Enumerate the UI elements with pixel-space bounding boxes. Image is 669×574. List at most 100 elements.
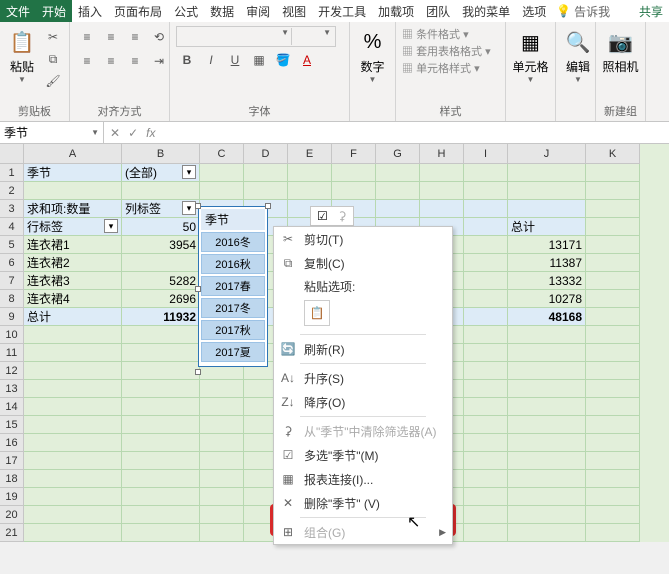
cell[interactable] — [464, 326, 508, 344]
clear-filter-icon[interactable]: ⚳ — [338, 209, 347, 223]
cell[interactable] — [464, 182, 508, 200]
row-header[interactable]: 9 — [0, 308, 24, 326]
cell[interactable] — [464, 200, 508, 218]
cell[interactable] — [122, 362, 200, 380]
italic-button[interactable]: I — [200, 49, 222, 71]
row-header[interactable]: 5 — [0, 236, 24, 254]
row-header[interactable]: 11 — [0, 344, 24, 362]
cell[interactable] — [200, 488, 244, 506]
row-header[interactable]: 20 — [0, 506, 24, 524]
cut-button[interactable]: ✂ — [42, 26, 64, 48]
border-button[interactable]: ▦ — [248, 49, 270, 71]
cell[interactable] — [586, 344, 640, 362]
cell[interactable] — [586, 164, 640, 182]
selection-handle[interactable] — [195, 286, 201, 292]
cell[interactable] — [244, 164, 288, 182]
slicer-item[interactable]: 2016秋 — [201, 254, 265, 274]
tab-dev[interactable]: 开发工具 — [312, 0, 372, 22]
cell[interactable] — [332, 182, 376, 200]
cell[interactable] — [24, 398, 122, 416]
cell[interactable] — [464, 272, 508, 290]
col-header[interactable]: J — [508, 144, 586, 164]
cell[interactable] — [508, 452, 586, 470]
row-header[interactable]: 7 — [0, 272, 24, 290]
cell[interactable] — [508, 470, 586, 488]
row-header[interactable]: 18 — [0, 470, 24, 488]
cell[interactable] — [200, 164, 244, 182]
align-right-button[interactable]: ≡ — [124, 50, 146, 72]
ctx-sort-desc[interactable]: Z↓降序(O) — [274, 390, 452, 414]
orientation-button[interactable]: ⟲ — [148, 26, 170, 48]
filter-dropdown-icon[interactable]: ▾ — [182, 201, 196, 215]
indent-button[interactable]: ⇥ — [148, 50, 170, 72]
selection-handle[interactable] — [195, 369, 201, 375]
cell[interactable] — [586, 416, 640, 434]
cell[interactable] — [586, 182, 640, 200]
cell[interactable] — [508, 326, 586, 344]
cell[interactable] — [586, 254, 640, 272]
cell[interactable] — [464, 236, 508, 254]
cell[interactable] — [586, 308, 640, 326]
cell[interactable] — [586, 452, 640, 470]
cell[interactable] — [464, 290, 508, 308]
align-top-button[interactable]: ≡ — [76, 26, 98, 48]
cell[interactable] — [24, 416, 122, 434]
tab-addins[interactable]: 加载项 — [372, 0, 420, 22]
share-button[interactable]: 共享 — [633, 0, 669, 22]
font-color-button[interactable]: A — [296, 49, 318, 71]
cell[interactable] — [376, 164, 420, 182]
cell[interactable] — [122, 488, 200, 506]
select-all-corner[interactable] — [0, 144, 24, 164]
cell[interactable] — [122, 398, 200, 416]
cell[interactable] — [376, 200, 420, 218]
cell[interactable] — [464, 218, 508, 236]
cell[interactable] — [586, 380, 640, 398]
format-painter-button[interactable]: 🖌 — [42, 70, 64, 92]
tab-team[interactable]: 团队 — [420, 0, 456, 22]
number-format-button[interactable]: % 数字 ▼ — [356, 26, 389, 84]
ctx-delete-slicer[interactable]: ✕删除"季节" (V) — [274, 491, 452, 515]
align-middle-button[interactable]: ≡ — [100, 26, 122, 48]
cell[interactable] — [508, 362, 586, 380]
col-header[interactable]: A — [24, 144, 122, 164]
cell[interactable]: 行标签▾ — [24, 218, 122, 236]
ctx-sort-asc[interactable]: A↓升序(S) — [274, 366, 452, 390]
cell[interactable] — [464, 164, 508, 182]
cell[interactable] — [122, 452, 200, 470]
cell[interactable]: 11387 — [508, 254, 586, 272]
row-header[interactable]: 2 — [0, 182, 24, 200]
cell[interactable] — [200, 434, 244, 452]
tab-file[interactable]: 文件 — [0, 0, 36, 22]
cell[interactable]: 13332 — [508, 272, 586, 290]
cell[interactable] — [420, 200, 464, 218]
table-format-button[interactable]: ▦ 套用表格格式 ▾ — [402, 43, 491, 59]
cell[interactable] — [464, 344, 508, 362]
tab-layout[interactable]: 页面布局 — [108, 0, 168, 22]
cell[interactable] — [122, 434, 200, 452]
cell[interactable]: 3954 — [122, 236, 200, 254]
cell[interactable] — [464, 488, 508, 506]
slicer[interactable]: 季节 2016冬 2016秋 2017春 2017冬 2017秋 2017夏 — [198, 206, 268, 367]
cell[interactable]: 季节 — [24, 164, 122, 182]
row-header[interactable]: 6 — [0, 254, 24, 272]
cell[interactable] — [464, 362, 508, 380]
cell[interactable]: 5282 — [122, 272, 200, 290]
bold-button[interactable]: B — [176, 49, 198, 71]
ctx-copy[interactable]: ⧉复制(C) — [274, 251, 452, 275]
cell[interactable] — [586, 506, 640, 524]
cell[interactable] — [508, 524, 586, 542]
fx-icon[interactable]: fx — [146, 126, 155, 140]
ctx-report-connections[interactable]: ▦报表连接(I)... — [274, 467, 452, 491]
paste-button[interactable]: 📋 粘贴 ▼ — [6, 26, 38, 84]
cell[interactable] — [464, 254, 508, 272]
col-header[interactable]: B — [122, 144, 200, 164]
cell[interactable]: 连衣裙3 — [24, 272, 122, 290]
cell[interactable]: 总计 — [24, 308, 122, 326]
cell[interactable] — [122, 524, 200, 542]
cell[interactable] — [200, 380, 244, 398]
tab-formulas[interactable]: 公式 — [168, 0, 204, 22]
row-header[interactable]: 19 — [0, 488, 24, 506]
cell[interactable]: 连衣裙1 — [24, 236, 122, 254]
conditional-format-button[interactable]: ▦ 条件格式 ▾ — [402, 26, 469, 42]
cell[interactable] — [24, 488, 122, 506]
